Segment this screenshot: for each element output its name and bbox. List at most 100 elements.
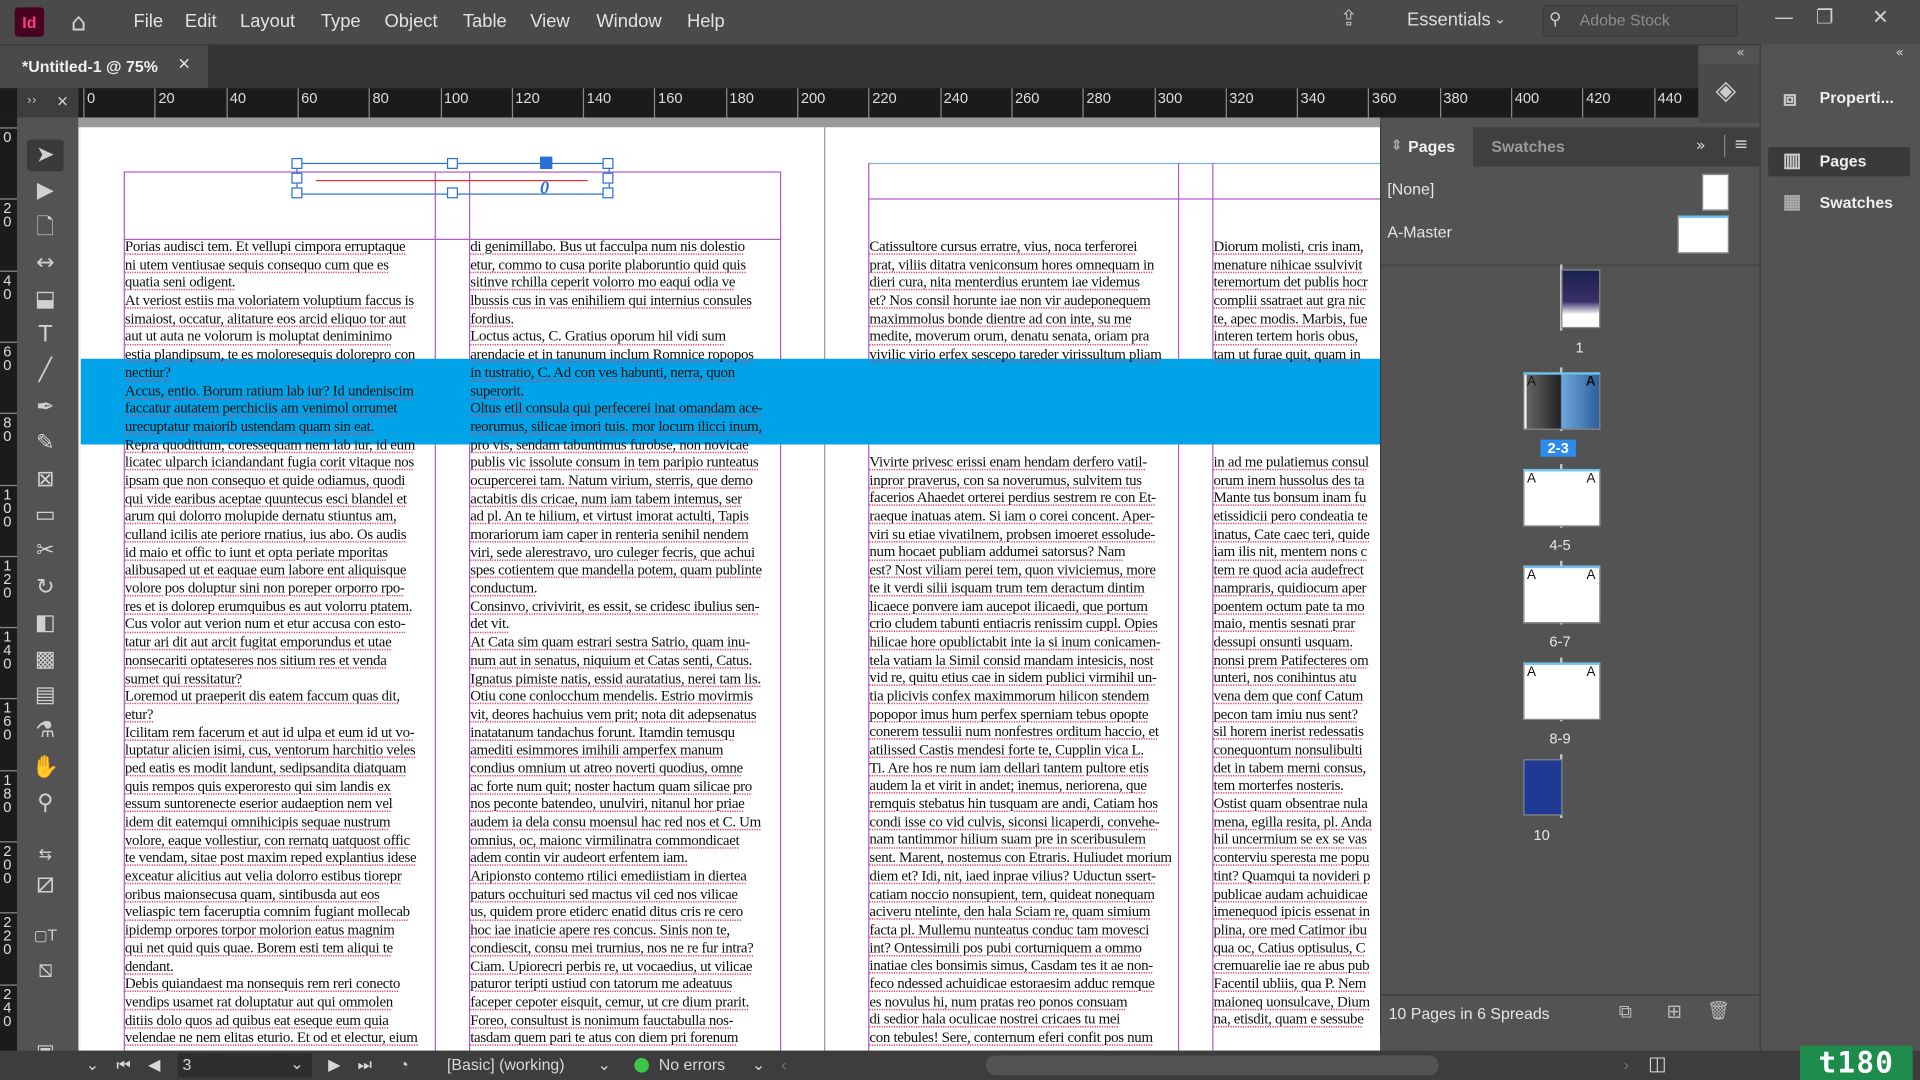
menu-window[interactable]: Window	[596, 11, 661, 32]
gradient-swatch-tool-icon[interactable]: ◧	[27, 608, 64, 640]
chevron-down-icon[interactable]: ⌄	[290, 1049, 303, 1078]
chevron-down-icon[interactable]: ⌄	[86, 1051, 99, 1080]
menu-table[interactable]: Table	[463, 11, 507, 32]
resize-handle[interactable]	[446, 187, 458, 199]
edit-page-size-icon[interactable]: ⧉	[1619, 1000, 1632, 1022]
gap-tool-icon[interactable]: ↔	[27, 248, 64, 280]
pages-panel-button[interactable]: ▥ Pages	[1768, 146, 1911, 177]
apply-none-icon[interactable]: ⧅	[27, 953, 64, 985]
resize-handle[interactable]	[602, 157, 614, 169]
document-tab[interactable]: *Untitled-1 @ 75% ×	[0, 45, 209, 89]
swatches-panel-button[interactable]: ▦ Swatches	[1768, 189, 1910, 218]
spread-thumbnail-6-7[interactable]: AA	[1523, 565, 1601, 624]
share-icon[interactable]: ⇪	[1340, 6, 1358, 32]
close-toolbar-icon[interactable]: ✕	[56, 93, 68, 110]
menu-object[interactable]: Object	[384, 11, 437, 32]
restore-button[interactable]: ❐	[1816, 5, 1834, 28]
resize-handle[interactable]	[291, 157, 303, 169]
close-tab-button[interactable]: ×	[178, 55, 191, 73]
home-icon[interactable]: ⌂	[71, 7, 87, 36]
gradient-feather-tool-icon[interactable]: ▩	[27, 644, 64, 676]
first-page-button[interactable]: ⏮	[116, 1051, 130, 1080]
selection-tool-icon[interactable]: ➤	[26, 139, 64, 172]
rectangle-tool-icon[interactable]: ▭	[27, 500, 64, 532]
master-a[interactable]: A-Master	[1387, 223, 1452, 241]
spread-label[interactable]: 4-5	[1523, 536, 1596, 553]
rectangle-frame-tool-icon[interactable]: ⊠	[27, 464, 64, 496]
vertical-ruler[interactable]: 0 20 40 60 80 100 120 140 160 180 200 220 240	[0, 117, 18, 1051]
chevron-down-icon[interactable]: ⌄	[1494, 10, 1506, 27]
spread-thumbnail-2-3[interactable]: AA	[1523, 372, 1601, 430]
formatting-affects-icon[interactable]: ▢T	[27, 920, 64, 952]
fill-stroke-icon[interactable]: ⧄	[27, 867, 64, 899]
menu-view[interactable]: View	[530, 11, 569, 32]
workspace-switcher[interactable]: Essentials	[1407, 10, 1491, 31]
text-column-1[interactable]: Porias audisci tem. Et vellupi cimpora e…	[125, 238, 435, 1051]
new-page-icon[interactable]: ⊞	[1667, 1000, 1682, 1022]
resize-handle[interactable]	[291, 172, 303, 184]
pencil-tool-icon[interactable]: ✎	[27, 428, 64, 460]
spread-label[interactable]: 1	[1543, 339, 1616, 356]
line-tool-icon[interactable]: ╱	[27, 356, 64, 388]
eyedropper-tool-icon[interactable]: ⚗	[27, 716, 64, 748]
close-window-button[interactable]: ✕	[1872, 5, 1888, 28]
resize-handle[interactable]	[602, 172, 614, 184]
resize-handle[interactable]	[446, 157, 458, 169]
scroll-left-button[interactable]: ‹	[781, 1051, 786, 1080]
spread-thumbnail-10[interactable]	[1523, 759, 1563, 816]
panel-menu-icon[interactable]: ≡	[1734, 135, 1748, 155]
horizontal-ruler[interactable]: 0 20 40 60 80 100 120 140 160 180 200 220 240 260 280 3…	[78, 88, 1699, 118]
spread-thumbnail-1[interactable]	[1561, 269, 1601, 329]
spread-label[interactable]: 10	[1505, 827, 1578, 844]
menu-type[interactable]: Type	[321, 11, 361, 32]
minimize-button[interactable]: —	[1774, 5, 1794, 28]
in-port-handle[interactable]	[540, 156, 553, 169]
tab-swatches[interactable]: Swatches	[1491, 137, 1564, 155]
document-canvas[interactable]: 0 Porias audisci tem. Et vellupi cimpora…	[78, 117, 1381, 1051]
expand-toolbar-icon[interactable]: ››	[27, 94, 37, 107]
hand-tool-icon[interactable]: ✋	[27, 752, 64, 784]
properties-panel-button[interactable]: ⧈ Properti...	[1768, 83, 1910, 112]
scissors-tool-icon[interactable]: ✂	[27, 536, 64, 568]
text-column-3-top[interactable]: Catissultore cursus erratre, vius, noca …	[869, 238, 1178, 373]
resize-handle[interactable]	[291, 187, 303, 199]
master-none[interactable]: [None]	[1387, 180, 1434, 198]
ruler-origin[interactable]	[0, 88, 18, 118]
text-column-2[interactable]: di genimillabo. Bus ut facculpa num nis …	[470, 238, 780, 1051]
adobe-stock-search[interactable]: ⚲ Adobe Stock	[1542, 4, 1738, 37]
last-page-button[interactable]: ⏭	[358, 1051, 372, 1080]
text-column-4-top[interactable]: Diorum molisti, cris inam, menature nihic…	[1213, 238, 1380, 373]
menu-layout[interactable]: Layout	[240, 11, 295, 32]
layers-panel-button[interactable]: ◈	[1698, 63, 1760, 123]
zoom-tool-icon[interactable]: ⚲	[27, 788, 64, 820]
next-page-button[interactable]: ▶	[328, 1051, 340, 1080]
spread-label[interactable]: 2-3	[1540, 439, 1576, 457]
menu-edit[interactable]: Edit	[185, 11, 217, 32]
page-number-field[interactable]: 3 ⌄	[177, 1053, 313, 1078]
spread-thumbnail-4-5[interactable]: AA	[1523, 468, 1601, 527]
resize-handle[interactable]	[602, 187, 614, 199]
menu-help[interactable]: Help	[687, 11, 725, 32]
spread-thumbnail-8-9[interactable]: AA	[1523, 662, 1601, 721]
split-window-icon[interactable]: ◫	[1648, 1051, 1667, 1080]
content-collector-icon[interactable]: ⬓	[27, 284, 64, 316]
spread-label[interactable]: 6-7	[1523, 633, 1596, 650]
free-transform-tool-icon[interactable]: ↻	[27, 572, 64, 604]
text-column-3-bottom[interactable]: Vivirte privesc erissi enam hendam derfe…	[869, 453, 1178, 1051]
master-a-thumbnail[interactable]	[1677, 215, 1729, 254]
direct-selection-tool-icon[interactable]: ▶	[27, 176, 64, 208]
note-tool-icon[interactable]: ▤	[27, 680, 64, 712]
previous-page-button[interactable]: ◀	[148, 1051, 160, 1080]
type-tool-icon[interactable]: T	[27, 320, 64, 352]
menu-file[interactable]: File	[133, 11, 163, 32]
master-none-thumbnail[interactable]	[1702, 173, 1729, 211]
chevron-down-icon[interactable]: ⌄	[752, 1051, 765, 1080]
page-tool-icon[interactable]: 🗋	[27, 212, 64, 244]
pen-tool-icon[interactable]: ✒	[27, 392, 64, 424]
horizontal-scrollbar[interactable]	[985, 1055, 1439, 1076]
preflight-profile[interactable]: [Basic] (working)	[447, 1051, 565, 1080]
spread-label[interactable]: 8-9	[1523, 730, 1596, 747]
text-column-4-bottom[interactable]: in ad me pulatiemus consul orum inem huss…	[1213, 453, 1380, 1051]
delete-page-icon[interactable]: 🗑	[1707, 999, 1730, 1021]
collapse-icon[interactable]: «	[1736, 44, 1744, 60]
